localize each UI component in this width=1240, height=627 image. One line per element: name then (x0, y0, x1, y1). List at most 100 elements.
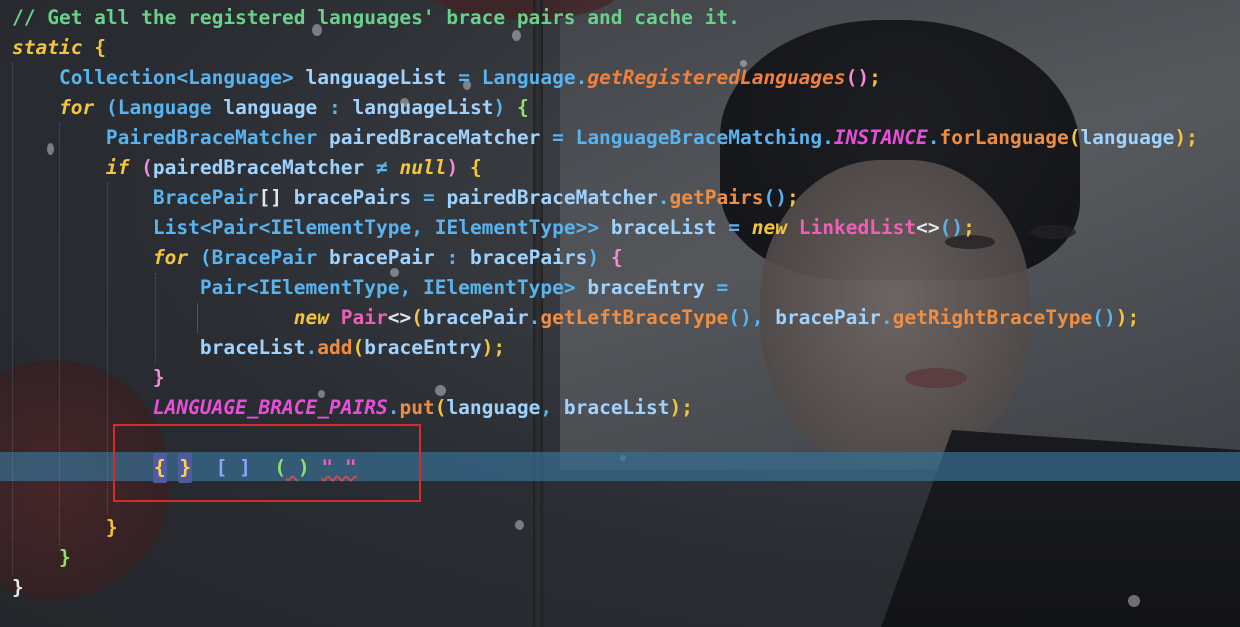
code-line[interactable]: if (pairedBraceMatcher ≠ null) { (12, 153, 1198, 183)
code-token: () (939, 216, 964, 239)
code-line[interactable]: Pair<IElementType, IElementType> braceEn… (12, 273, 1198, 303)
code-token: null (399, 156, 447, 179)
code-editor[interactable]: // Get all the registered languages' bra… (12, 3, 1198, 603)
code-line[interactable]: new Pair<>(bracePair.getLeftBraceType(),… (12, 303, 1198, 333)
code-token: = (458, 66, 470, 89)
code-token: IElementType (422, 276, 564, 299)
code-token: ≠ (375, 156, 388, 179)
code-token: braceList (563, 396, 670, 419)
code-token: getPairs (669, 186, 764, 209)
code-line[interactable] (12, 423, 1198, 453)
code-token: < (258, 216, 271, 239)
code-token: language (1080, 126, 1175, 149)
code-token: LinkedList (798, 216, 917, 239)
code-token: // Get all the registered languages' bra… (12, 6, 740, 29)
code-token: { (516, 96, 529, 119)
code-line[interactable]: } (12, 543, 1198, 573)
code-line[interactable]: } (12, 573, 1198, 603)
code-token: = (728, 216, 741, 239)
code-token: () (763, 186, 787, 209)
code-line[interactable]: braceList.add(braceEntry); (12, 333, 1198, 363)
code-token: , (399, 276, 412, 299)
code-token: Pair (211, 216, 259, 239)
code-line[interactable]: List<Pair<IElementType, IElementType>> b… (12, 213, 1198, 243)
code-token: ; (493, 336, 506, 359)
code-token: { (94, 36, 106, 59)
code-token: bracePair (422, 306, 529, 329)
code-token: . (528, 306, 541, 329)
code-token: Collection (58, 66, 177, 89)
code-token: ( (434, 396, 447, 419)
code-token: ) (1115, 306, 1128, 329)
code-line[interactable]: for (BracePair bracePair : bracePairs) { (12, 243, 1198, 273)
code-token: add (317, 336, 353, 359)
code-token: braceList (199, 336, 306, 359)
code-line[interactable] (12, 483, 1198, 513)
code-line[interactable]: // Get all the registered languages' bra… (12, 3, 1198, 33)
code-token: pairedBraceMatcher (152, 156, 365, 179)
code-token: ( (274, 456, 287, 479)
code-token: getLeftBraceType (540, 306, 729, 329)
code-token: BracePair (211, 246, 318, 269)
code-token: pairedBraceMatcher (329, 126, 541, 149)
code-line[interactable]: PairedBraceMatcher pairedBraceMatcher = … (12, 123, 1198, 153)
code-token: } (105, 516, 118, 539)
code-line[interactable]: { } [ ] ( ) " " (12, 453, 1198, 483)
code-token: ; (1127, 306, 1140, 329)
code-line[interactable]: } (12, 513, 1198, 543)
code-token: ) (297, 456, 310, 479)
code-token: ( (411, 306, 423, 329)
code-token: ; (1186, 126, 1198, 149)
code-line[interactable]: Collection<Language> languageList = Lang… (12, 63, 1198, 93)
code-token: new (751, 216, 787, 239)
code-token: language (223, 96, 318, 119)
code-line[interactable]: LANGUAGE_BRACE_PAIRS.put(language, brace… (12, 393, 1198, 423)
code-line[interactable]: BracePair[] bracePairs = pairedBraceMatc… (12, 183, 1198, 213)
code-token: < (176, 66, 189, 89)
code-token: } (12, 576, 24, 599)
code-token: bracePair (775, 306, 881, 329)
code-token: ; (869, 66, 881, 89)
code-token: BracePair (152, 186, 259, 209)
code-token: braceEntry (587, 276, 705, 299)
code-token: . (822, 126, 834, 149)
code-token: bracePairs (469, 246, 588, 269)
code-token: new (293, 306, 329, 329)
code-line[interactable]: static { (12, 33, 1198, 63)
code-token: . (305, 336, 318, 359)
code-token: () (728, 306, 752, 329)
code-token: } (152, 366, 165, 389)
code-token: <> (387, 306, 412, 329)
code-token: ) (669, 396, 682, 419)
code-token: = (716, 276, 729, 299)
code-line[interactable]: } (12, 363, 1198, 393)
code-token: PairedBraceMatcher (105, 126, 318, 149)
code-line[interactable]: for (Language language : languageList) { (12, 93, 1198, 123)
code-token: < (246, 276, 259, 299)
code-token: " " (321, 456, 357, 479)
